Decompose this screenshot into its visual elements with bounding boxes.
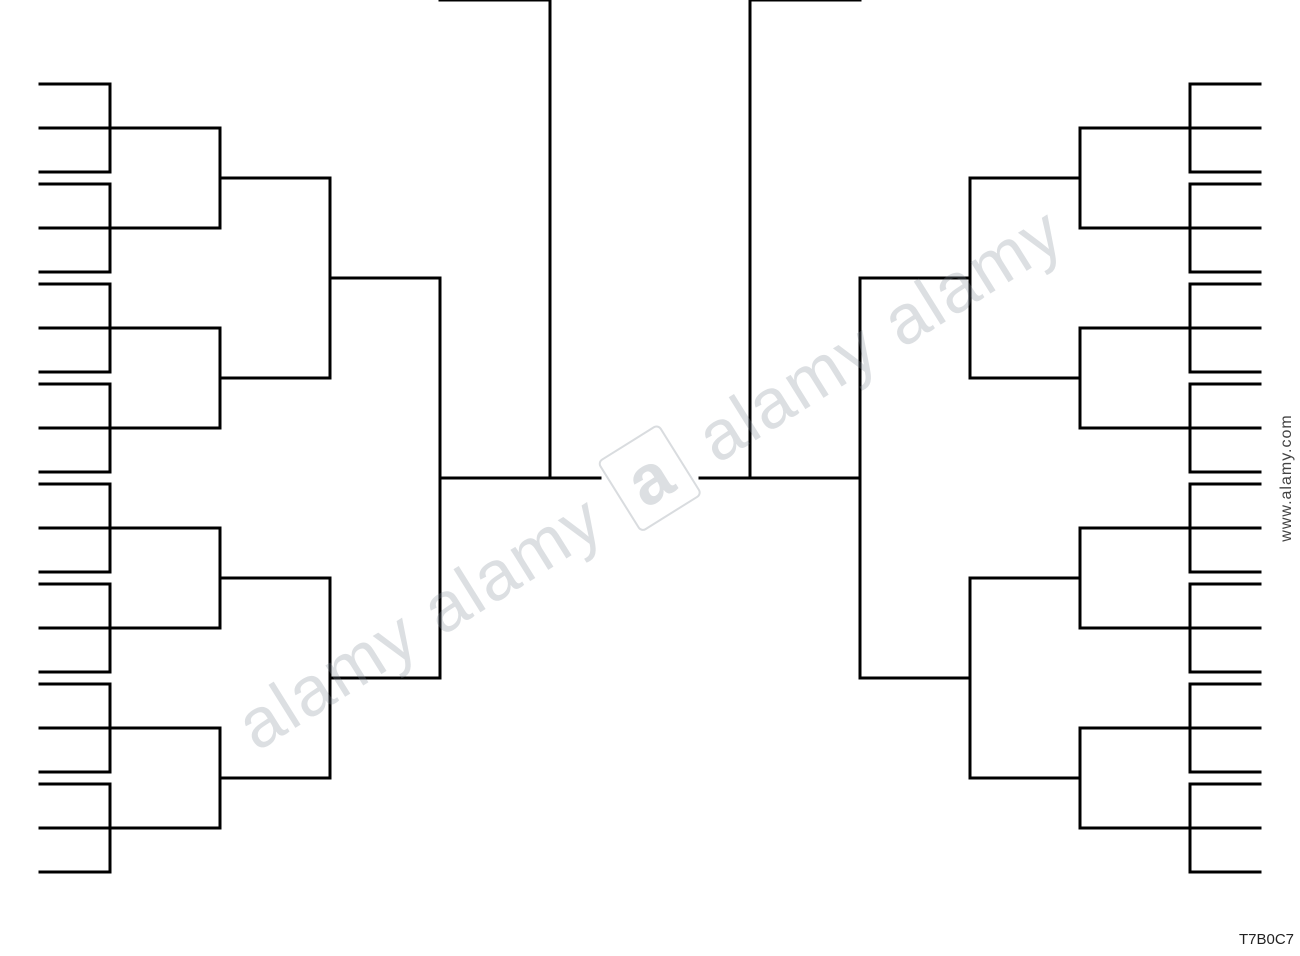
- source-url: www.alamy.com: [1278, 414, 1296, 541]
- tournament-bracket: [0, 0, 1300, 956]
- bracket-stage: alamy alamy a alamy alamy www.alamy.com …: [0, 0, 1300, 956]
- image-id: T7B0C7: [1239, 931, 1294, 948]
